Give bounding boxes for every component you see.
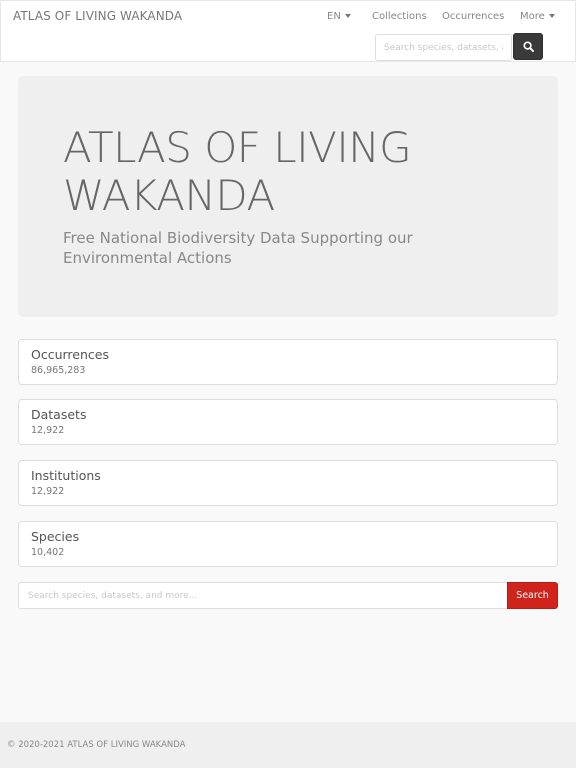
- stat-label: Datasets: [31, 407, 87, 422]
- stat-card-species[interactable]: Species 10,402: [18, 521, 558, 567]
- stat-card-occurrences[interactable]: Occurrences 86,965,283: [18, 339, 558, 385]
- hero-subtitle: Free National Biodiversity Data Supporti…: [63, 229, 413, 267]
- language-label: EN: [327, 11, 341, 22]
- caret-down-icon: [548, 14, 555, 18]
- brand-link[interactable]: ATLAS OF LIVING WAKANDA: [13, 9, 182, 23]
- stat-card-institutions[interactable]: Institutions 12,922: [18, 460, 558, 506]
- nav-link-occurrences[interactable]: Occurrences: [442, 11, 504, 22]
- copyright-text: © 2020-2021 ATLAS OF LIVING WAKANDA: [7, 740, 186, 750]
- stat-value: 86,965,283: [31, 365, 86, 376]
- footer: © 2020-2021 ATLAS OF LIVING WAKANDA: [0, 722, 576, 768]
- stat-value: 12,922: [31, 425, 65, 436]
- hero-title: ATLAS OF LIVING WAKANDA: [63, 123, 412, 220]
- more-dropdown[interactable]: More: [520, 11, 555, 22]
- language-dropdown[interactable]: EN: [327, 11, 351, 22]
- search-icon: [522, 41, 534, 52]
- nav-link-collections[interactable]: Collections: [372, 11, 427, 22]
- navbar-search-button[interactable]: [513, 33, 543, 60]
- stat-label: Occurrences: [31, 347, 109, 362]
- stat-value: 10,402: [31, 547, 65, 558]
- navbar-search-input[interactable]: [375, 34, 512, 61]
- top-navbar: ATLAS OF LIVING WAKANDA EN Collections O…: [0, 0, 576, 62]
- caret-down-icon: [344, 14, 351, 18]
- stat-card-datasets[interactable]: Datasets 12,922: [18, 399, 558, 445]
- stat-value: 12,922: [31, 486, 65, 497]
- more-label: More: [520, 11, 545, 22]
- hero-jumbotron: ATLAS OF LIVING WAKANDA Free National Bi…: [18, 76, 558, 317]
- main-search-button[interactable]: Search: [507, 582, 558, 609]
- stat-label: Institutions: [31, 468, 101, 483]
- stat-label: Species: [31, 529, 80, 544]
- main-search-input[interactable]: [18, 582, 507, 609]
